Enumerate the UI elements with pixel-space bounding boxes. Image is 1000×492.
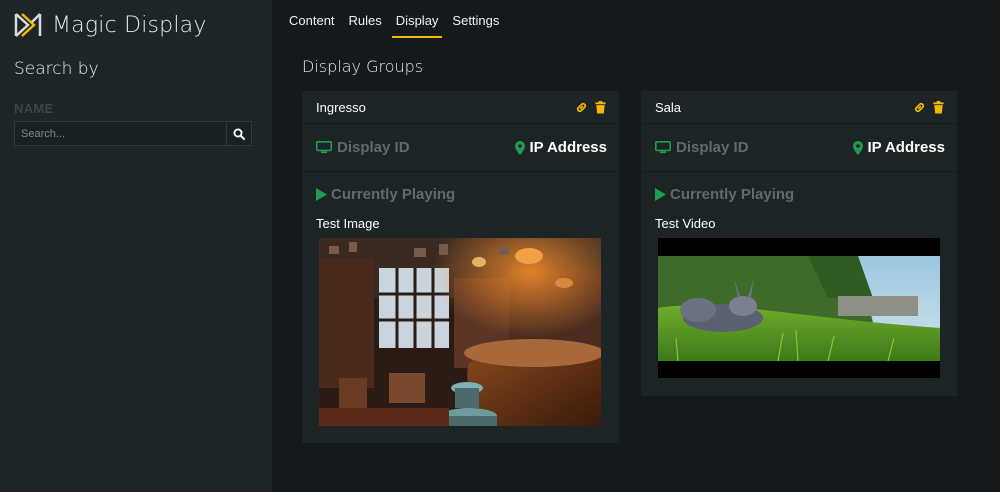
map-pin-icon [853, 140, 864, 155]
currently-playing: Currently Playing [302, 172, 619, 216]
display-group-card: Sala Display ID IP Address Currently Pla… [641, 91, 957, 396]
trash-icon[interactable] [594, 100, 607, 114]
ip-address-label: IP Address [867, 139, 945, 156]
search-icon [233, 128, 245, 140]
search-input[interactable] [15, 122, 226, 145]
card-actions [575, 100, 607, 114]
currently-playing-label: Currently Playing [331, 185, 456, 203]
display-id: Display ID [655, 139, 749, 156]
card-actions [913, 100, 945, 114]
display-info-row: Display ID IP Address [302, 124, 619, 172]
trash-icon[interactable] [932, 100, 945, 114]
currently-playing: Currently Playing [641, 172, 957, 216]
media-title: Test Image [316, 216, 380, 231]
sidebar: Magic Display Search by NAME [0, 0, 272, 492]
display-id: Display ID [316, 139, 410, 156]
ip-address: IP Address [853, 139, 945, 156]
monitor-icon [655, 141, 671, 154]
monitor-icon [316, 141, 332, 154]
map-pin-icon [515, 140, 526, 155]
name-filter-label: NAME [14, 101, 54, 116]
play-icon [655, 187, 666, 201]
tab-rules[interactable]: Rules [345, 0, 386, 38]
group-name: Ingresso [316, 99, 366, 115]
tab-content[interactable]: Content [285, 0, 339, 38]
display-group-card: Ingresso Display ID IP Address Currently… [302, 91, 619, 443]
section-title: Display Groups [302, 57, 424, 76]
media-preview-video[interactable] [658, 238, 940, 378]
link-icon[interactable] [913, 101, 926, 114]
pub-interior-image [319, 238, 601, 426]
top-nav: Content Rules Display Settings [285, 0, 509, 38]
group-name: Sala [655, 99, 682, 115]
media-title: Test Video [655, 216, 716, 231]
tab-display[interactable]: Display [391, 0, 443, 38]
search-button[interactable] [226, 122, 251, 145]
display-id-label: Display ID [676, 139, 749, 156]
search-box [14, 121, 252, 146]
video-frame-image [658, 238, 940, 378]
magic-display-logo-icon [14, 13, 42, 37]
brand[interactable]: Magic Display [14, 12, 207, 38]
play-icon [316, 187, 327, 201]
media-preview-image[interactable] [319, 238, 601, 426]
card-header: Ingresso [302, 91, 619, 124]
display-id-label: Display ID [337, 139, 410, 156]
card-header: Sala [641, 91, 957, 124]
currently-playing-label: Currently Playing [670, 185, 795, 203]
search-by-heading: Search by [14, 59, 99, 79]
display-info-row: Display ID IP Address [641, 124, 957, 172]
app-title: Magic Display [52, 12, 207, 38]
link-icon[interactable] [575, 101, 588, 114]
ip-address: IP Address [515, 139, 607, 156]
tab-settings[interactable]: Settings [448, 0, 503, 38]
ip-address-label: IP Address [529, 139, 607, 156]
